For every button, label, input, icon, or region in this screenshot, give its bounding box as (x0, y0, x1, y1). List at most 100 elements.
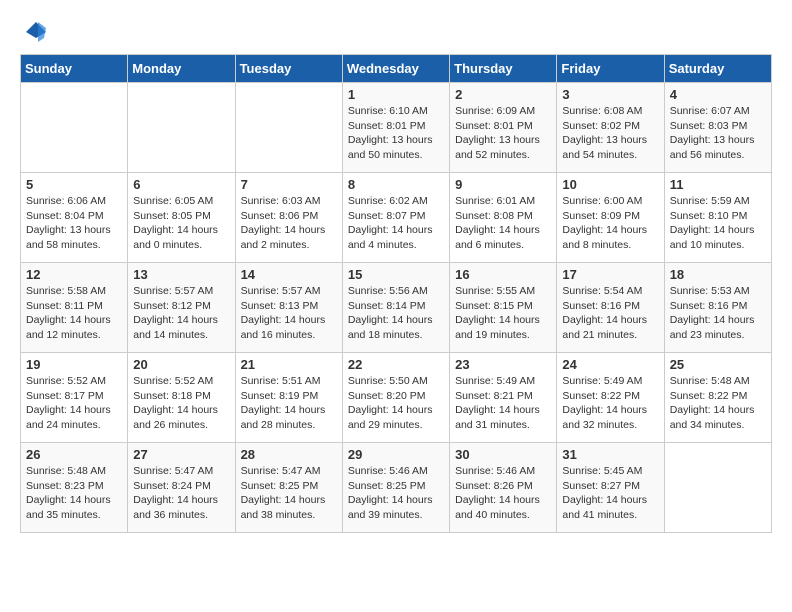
day-number: 6 (133, 177, 229, 192)
calendar-day-22: 22 Sunrise: 5:50 AM Sunset: 8:20 PM Dayli… (342, 353, 449, 443)
day-info: Sunrise: 5:51 AM Sunset: 8:19 PM Dayligh… (241, 374, 337, 433)
day-number: 8 (348, 177, 444, 192)
day-info: Sunrise: 6:10 AM Sunset: 8:01 PM Dayligh… (348, 104, 444, 163)
weekday-header-saturday: Saturday (664, 55, 771, 83)
day-number: 28 (241, 447, 337, 462)
day-number: 7 (241, 177, 337, 192)
day-number: 26 (26, 447, 122, 462)
calendar-day-9: 9 Sunrise: 6:01 AM Sunset: 8:08 PM Daylig… (450, 173, 557, 263)
calendar-day-25: 25 Sunrise: 5:48 AM Sunset: 8:22 PM Dayli… (664, 353, 771, 443)
calendar-week-row: 5 Sunrise: 6:06 AM Sunset: 8:04 PM Daylig… (21, 173, 772, 263)
calendar-day-11: 11 Sunrise: 5:59 AM Sunset: 8:10 PM Dayli… (664, 173, 771, 263)
calendar-day-16: 16 Sunrise: 5:55 AM Sunset: 8:15 PM Dayli… (450, 263, 557, 353)
day-info: Sunrise: 5:50 AM Sunset: 8:20 PM Dayligh… (348, 374, 444, 433)
day-number: 20 (133, 357, 229, 372)
calendar-day-1: 1 Sunrise: 6:10 AM Sunset: 8:01 PM Daylig… (342, 83, 449, 173)
day-info: Sunrise: 6:00 AM Sunset: 8:09 PM Dayligh… (562, 194, 658, 253)
calendar-day-7: 7 Sunrise: 6:03 AM Sunset: 8:06 PM Daylig… (235, 173, 342, 263)
day-number: 25 (670, 357, 766, 372)
calendar-day-8: 8 Sunrise: 6:02 AM Sunset: 8:07 PM Daylig… (342, 173, 449, 263)
day-info: Sunrise: 6:01 AM Sunset: 8:08 PM Dayligh… (455, 194, 551, 253)
day-info: Sunrise: 5:53 AM Sunset: 8:16 PM Dayligh… (670, 284, 766, 343)
day-number: 11 (670, 177, 766, 192)
day-number: 10 (562, 177, 658, 192)
day-number: 21 (241, 357, 337, 372)
calendar-day-17: 17 Sunrise: 5:54 AM Sunset: 8:16 PM Dayli… (557, 263, 664, 353)
calendar-day-13: 13 Sunrise: 5:57 AM Sunset: 8:12 PM Dayli… (128, 263, 235, 353)
calendar-empty-cell (664, 443, 771, 533)
calendar-day-15: 15 Sunrise: 5:56 AM Sunset: 8:14 PM Dayli… (342, 263, 449, 353)
calendar-day-29: 29Sunrise: 5:46 AM Sunset: 8:25 PM Dayli… (342, 443, 449, 533)
calendar-day-24: 24Sunrise: 5:49 AM Sunset: 8:22 PM Dayli… (557, 353, 664, 443)
day-number: 22 (348, 357, 444, 372)
day-number: 18 (670, 267, 766, 282)
day-number: 27 (133, 447, 229, 462)
day-info: Sunrise: 5:57 AM Sunset: 8:12 PM Dayligh… (133, 284, 229, 343)
day-info: Sunrise: 6:07 AM Sunset: 8:03 PM Dayligh… (670, 104, 766, 163)
day-info: Sunrise: 5:46 AM Sunset: 8:25 PM Dayligh… (348, 464, 444, 523)
day-info: Sunrise: 6:09 AM Sunset: 8:01 PM Dayligh… (455, 104, 551, 163)
day-number: 23 (455, 357, 551, 372)
calendar-empty-cell (21, 83, 128, 173)
day-number: 19 (26, 357, 122, 372)
day-number: 9 (455, 177, 551, 192)
weekday-header-sunday: Sunday (21, 55, 128, 83)
calendar-day-14: 14Sunrise: 5:57 AM Sunset: 8:13 PM Dayli… (235, 263, 342, 353)
calendar-day-21: 21 Sunrise: 5:51 AM Sunset: 8:19 PM Dayli… (235, 353, 342, 443)
calendar-day-2: 2 Sunrise: 6:09 AM Sunset: 8:01 PM Daylig… (450, 83, 557, 173)
calendar-day-6: 6 Sunrise: 6:05 AM Sunset: 8:05 PM Daylig… (128, 173, 235, 263)
day-number: 2 (455, 87, 551, 102)
calendar-day-23: 23Sunrise: 5:49 AM Sunset: 8:21 PM Dayli… (450, 353, 557, 443)
day-info: Sunrise: 5:58 AM Sunset: 8:11 PM Dayligh… (26, 284, 122, 343)
calendar-day-20: 20 Sunrise: 5:52 AM Sunset: 8:18 PM Dayli… (128, 353, 235, 443)
day-number: 15 (348, 267, 444, 282)
calendar-day-4: 4 Sunrise: 6:07 AM Sunset: 8:03 PM Daylig… (664, 83, 771, 173)
day-info: Sunrise: 5:47 AM Sunset: 8:24 PM Dayligh… (133, 464, 229, 523)
calendar-empty-cell (235, 83, 342, 173)
day-info: Sunrise: 5:55 AM Sunset: 8:15 PM Dayligh… (455, 284, 551, 343)
weekday-header-row: SundayMondayTuesdayWednesdayThursdayFrid… (21, 55, 772, 83)
day-number: 13 (133, 267, 229, 282)
calendar-day-5: 5 Sunrise: 6:06 AM Sunset: 8:04 PM Daylig… (21, 173, 128, 263)
day-number: 16 (455, 267, 551, 282)
day-number: 12 (26, 267, 122, 282)
day-number: 5 (26, 177, 122, 192)
day-info: Sunrise: 6:02 AM Sunset: 8:07 PM Dayligh… (348, 194, 444, 253)
day-info: Sunrise: 5:59 AM Sunset: 8:10 PM Dayligh… (670, 194, 766, 253)
page-header (20, 20, 772, 44)
calendar-day-27: 27 Sunrise: 5:47 AM Sunset: 8:24 PM Dayli… (128, 443, 235, 533)
day-info: Sunrise: 5:52 AM Sunset: 8:18 PM Dayligh… (133, 374, 229, 433)
calendar-table: SundayMondayTuesdayWednesdayThursdayFrid… (20, 54, 772, 533)
calendar-empty-cell (128, 83, 235, 173)
day-info: Sunrise: 5:48 AM Sunset: 8:22 PM Dayligh… (670, 374, 766, 433)
day-info: Sunrise: 6:03 AM Sunset: 8:06 PM Dayligh… (241, 194, 337, 253)
day-info: Sunrise: 5:54 AM Sunset: 8:16 PM Dayligh… (562, 284, 658, 343)
day-info: Sunrise: 5:52 AM Sunset: 8:17 PM Dayligh… (26, 374, 122, 433)
day-number: 1 (348, 87, 444, 102)
day-number: 14 (241, 267, 337, 282)
calendar-day-18: 18 Sunrise: 5:53 AM Sunset: 8:16 PM Dayli… (664, 263, 771, 353)
day-number: 17 (562, 267, 658, 282)
day-info: Sunrise: 5:49 AM Sunset: 8:22 PM Dayligh… (562, 374, 658, 433)
day-number: 4 (670, 87, 766, 102)
day-info: Sunrise: 6:08 AM Sunset: 8:02 PM Dayligh… (562, 104, 658, 163)
calendar-week-row: 19 Sunrise: 5:52 AM Sunset: 8:17 PM Dayli… (21, 353, 772, 443)
calendar-day-10: 10 Sunrise: 6:00 AM Sunset: 8:09 PM Dayli… (557, 173, 664, 263)
weekday-header-thursday: Thursday (450, 55, 557, 83)
calendar-day-12: 12 Sunrise: 5:58 AM Sunset: 8:11 PM Dayli… (21, 263, 128, 353)
calendar-day-26: 26Sunrise: 5:48 AM Sunset: 8:23 PM Dayli… (21, 443, 128, 533)
day-info: Sunrise: 6:05 AM Sunset: 8:05 PM Dayligh… (133, 194, 229, 253)
day-info: Sunrise: 6:06 AM Sunset: 8:04 PM Dayligh… (26, 194, 122, 253)
day-number: 3 (562, 87, 658, 102)
day-info: Sunrise: 5:56 AM Sunset: 8:14 PM Dayligh… (348, 284, 444, 343)
day-info: Sunrise: 5:46 AM Sunset: 8:26 PM Dayligh… (455, 464, 551, 523)
weekday-header-monday: Monday (128, 55, 235, 83)
day-info: Sunrise: 5:47 AM Sunset: 8:25 PM Dayligh… (241, 464, 337, 523)
calendar-day-31: 31Sunrise: 5:45 AM Sunset: 8:27 PM Dayli… (557, 443, 664, 533)
day-number: 31 (562, 447, 658, 462)
day-number: 30 (455, 447, 551, 462)
calendar-week-row: 26Sunrise: 5:48 AM Sunset: 8:23 PM Dayli… (21, 443, 772, 533)
calendar-day-28: 28 Sunrise: 5:47 AM Sunset: 8:25 PM Dayli… (235, 443, 342, 533)
weekday-header-friday: Friday (557, 55, 664, 83)
weekday-header-wednesday: Wednesday (342, 55, 449, 83)
